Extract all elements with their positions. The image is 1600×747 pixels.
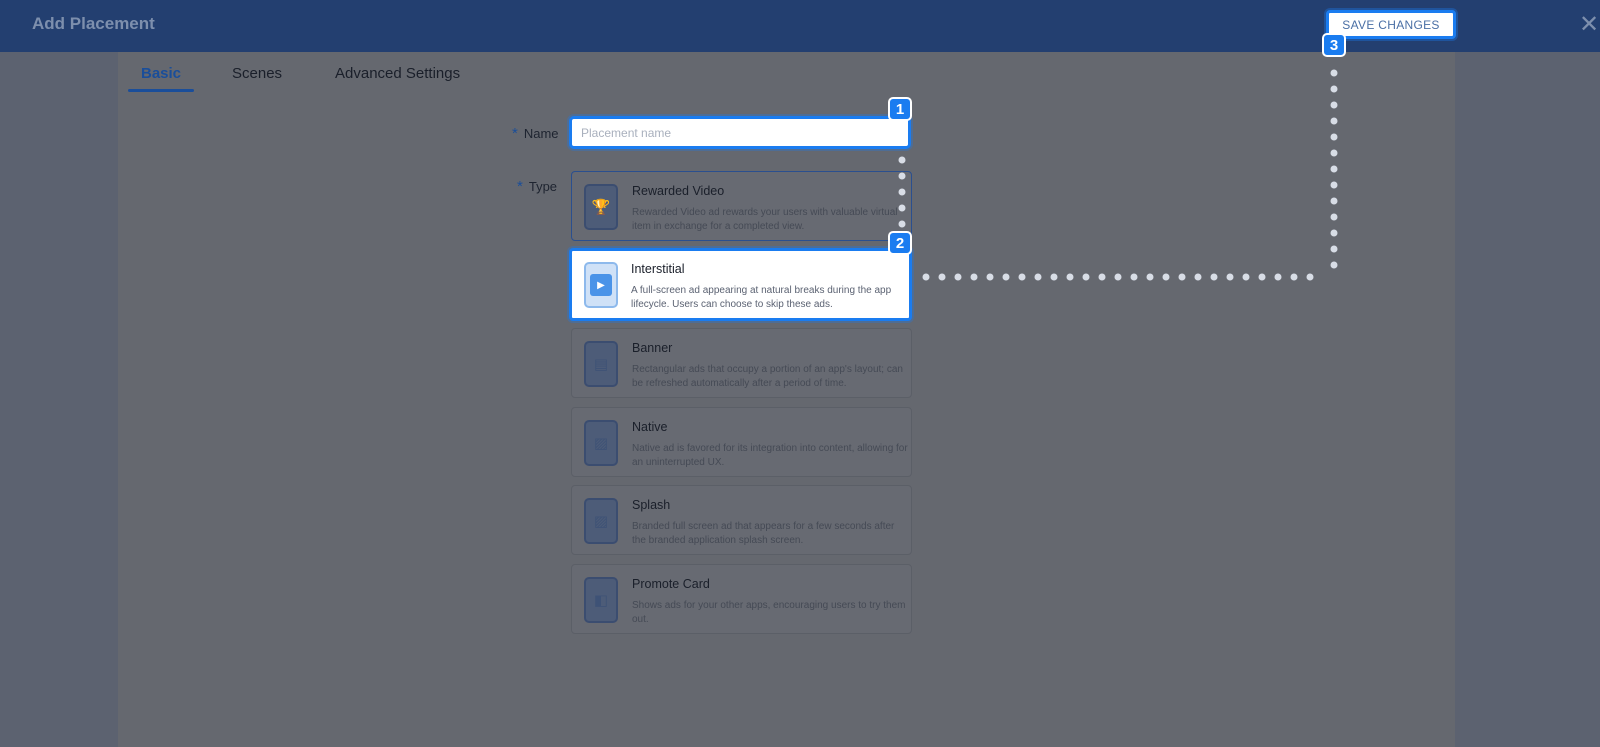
card-description: Rectangular ads that occupy a portion of… <box>632 364 903 389</box>
banner-icon: ▤ <box>584 341 618 387</box>
step-badge-1: 1 <box>888 97 912 121</box>
card-title: Promote Card <box>632 577 710 591</box>
type-label-text: Type <box>528 179 558 194</box>
tab-advanced-settings[interactable]: Advanced Settings <box>335 65 460 82</box>
card-title: Interstitial <box>631 262 685 276</box>
active-tab-indicator <box>128 89 194 92</box>
tab-basic[interactable]: Basic <box>141 65 181 82</box>
modal-body <box>118 52 1455 747</box>
image-icon: ▨ <box>584 420 618 466</box>
card-title: Banner <box>632 341 673 355</box>
required-marker: * <box>517 178 523 195</box>
card-description: Branded full screen ad that appears for … <box>632 521 895 546</box>
type-card-rewarded-video[interactable]: 🏆 Rewarded Video Rewarded Video ad rewar… <box>571 171 912 241</box>
play-icon: ▶ <box>584 262 618 308</box>
type-label: * Type <box>517 178 557 195</box>
close-icon[interactable]: ✕ <box>1574 10 1600 40</box>
name-label-text: Name <box>523 126 559 141</box>
card-title: Rewarded Video <box>632 184 725 198</box>
card-title: Splash <box>632 498 671 512</box>
save-changes-button[interactable]: SAVE CHANGES <box>1326 10 1456 39</box>
card-description: A full-screen ad appearing at natural br… <box>631 285 892 310</box>
modal-title: Add Placement <box>32 14 155 33</box>
step-badge-2: 2 <box>888 231 912 255</box>
card-title: Native <box>632 420 668 434</box>
placement-name-input[interactable] <box>569 116 911 149</box>
type-card-promote-card[interactable]: ◧ Promote Card Shows ads for your other … <box>571 564 912 634</box>
trophy-icon: 🏆 <box>584 184 618 230</box>
image-icon: ▨ <box>584 498 618 544</box>
card-description: Shows ads for your other apps, encouragi… <box>632 600 906 625</box>
card-description: Rewarded Video ad rewards your users wit… <box>632 207 898 232</box>
type-card-splash[interactable]: ▨ Splash Branded full screen ad that app… <box>571 485 912 555</box>
card-description: Native ad is favored for its integration… <box>632 443 908 468</box>
step-badge-3: 3 <box>1322 33 1346 57</box>
type-card-interstitial[interactable]: ▶ Interstitial A full-screen ad appearin… <box>569 248 912 321</box>
type-card-banner[interactable]: ▤ Banner Rectangular ads that occupy a p… <box>571 328 912 398</box>
card-icon: ◧ <box>584 577 618 623</box>
type-card-native[interactable]: ▨ Native Native ad is favored for its in… <box>571 407 912 477</box>
required-marker: * <box>512 125 518 142</box>
name-label: * Name <box>512 125 559 142</box>
tab-scenes[interactable]: Scenes <box>232 65 282 82</box>
